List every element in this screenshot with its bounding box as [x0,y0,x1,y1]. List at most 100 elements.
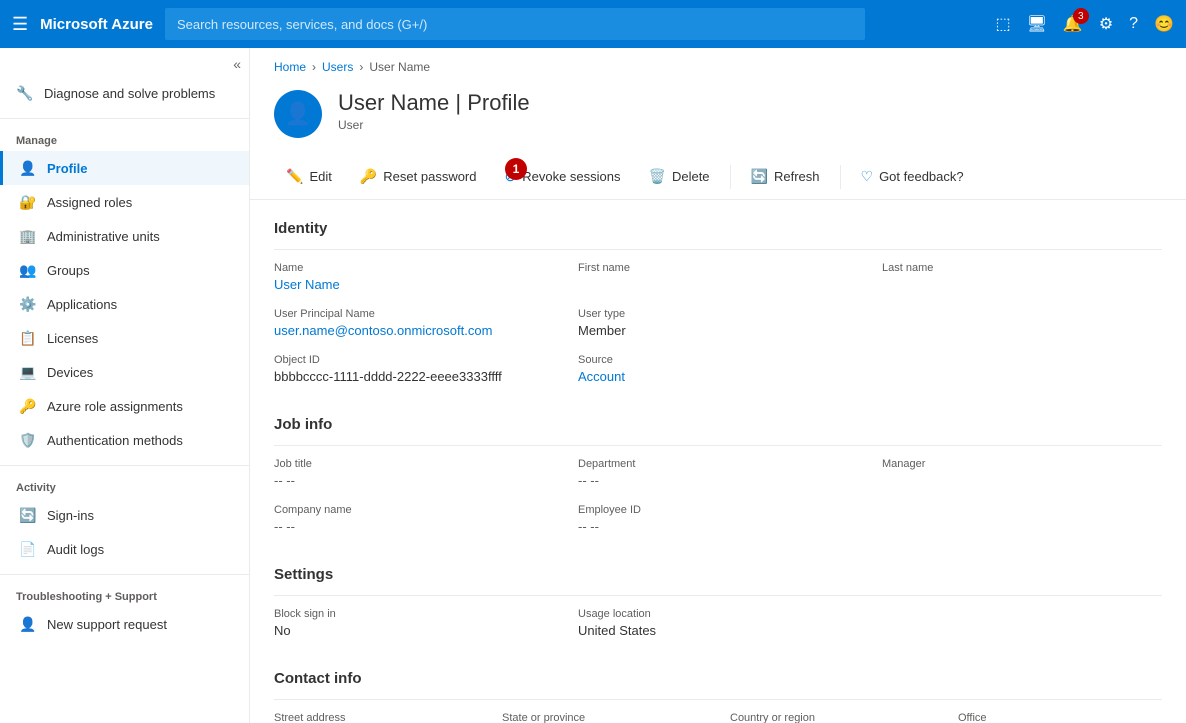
sidebar-item-label-audit-logs: Audit logs [47,542,104,557]
identity-name-value: User Name [274,277,554,292]
refresh-icon: 🔄 [751,168,768,185]
identity-objectid-label: Object ID [274,354,554,366]
toolbar-divider [730,165,731,189]
notifications-icon[interactable]: 🔔 3 [1063,14,1083,34]
groups-icon: 👥 [19,261,37,279]
identity-usertype-value: Member [578,323,858,338]
sidebar-divider-1 [0,118,249,119]
breadcrumb-home[interactable]: Home [274,60,306,74]
page-header: 👤 User Name | Profile User [250,82,1186,154]
sidebar-item-diagnose[interactable]: 🔧 Diagnose and solve problems [0,76,249,110]
support-section-label: Troubleshooting + Support [0,583,249,607]
identity-name-label: Name [274,262,554,274]
revoke-sessions-label: Revoke sessions [522,169,620,184]
sidebar-item-label-sign-ins: Sign-ins [47,508,94,523]
hamburger-menu[interactable]: ☰ [12,14,28,35]
sidebar-item-licenses[interactable]: 📋 Licenses [0,321,249,355]
delete-icon: 🗑️ [649,168,666,185]
identity-objectid-item: Object ID bbbbcccc-1111-dddd-2222-eeee33… [274,354,554,384]
account-icon[interactable]: 😊 [1154,14,1174,34]
identity-lastname-item: Last name [882,262,1162,292]
contact-country-label: Country or region [730,712,934,723]
sidebar-item-profile[interactable]: 👤 Profile [0,151,249,185]
jobinfo-manager-label: Manager [882,458,1162,470]
identity-objectid-value: bbbbcccc-1111-dddd-2222-eeee3333ffff [274,369,554,384]
identity-upn-value: user.name@contoso.onmicrosoft.com [274,323,554,338]
sidebar-item-audit-logs[interactable]: 📄 Audit logs [0,532,249,566]
identity-upn-label: User Principal Name [274,308,554,320]
edit-icon: ✏️ [286,168,303,185]
notification-badge: 3 [1073,8,1089,24]
contact-state-item: State or province -- -- [502,712,706,723]
help-icon[interactable]: ? [1129,15,1138,33]
delete-label: Delete [672,169,710,184]
profile-content: Identity Name User Name First name Last … [250,200,1186,723]
jobinfo-dept-value: -- -- [578,473,858,488]
jobinfo-dept-item: Department -- -- [578,458,858,488]
identity-source-item: Source Account [578,354,858,384]
jobinfo-title-value: -- -- [274,473,554,488]
top-navigation: ☰ Microsoft Azure ⬚ 🖥 🔔 3 ⚙ ? 😊 [0,0,1186,48]
sidebar-support-items: 👤 New support request [0,607,249,641]
sidebar-item-applications[interactable]: ⚙️ Applications [0,287,249,321]
assigned-roles-icon: 🔐 [19,193,37,211]
portal-icon[interactable]: ⬚ [995,14,1010,34]
identity-usertype-item: User type Member [578,308,858,338]
main-content: Home › Users › User Name 👤 User Name | P… [250,48,1186,723]
contact-street-label: Street address [274,712,478,723]
sidebar-item-sign-ins[interactable]: 🔄 Sign-ins [0,498,249,532]
contact-country-item: Country or region -- -- [730,712,934,723]
jobinfo-grid: Job title -- -- Department -- -- Manager… [274,446,1162,546]
identity-source-value[interactable]: Account [578,369,625,384]
sidebar-item-groups[interactable]: 👥 Groups [0,253,249,287]
settings-grid: Block sign in No Usage location United S… [274,596,1162,650]
reset-password-label: Reset password [383,169,476,184]
edit-button[interactable]: ✏️ Edit [274,162,344,191]
sidebar-item-administrative-units[interactable]: 🏢 Administrative units [0,219,249,253]
edit-label: Edit [309,169,331,184]
breadcrumb-users[interactable]: Users [322,60,353,74]
sidebar-item-new-support-request[interactable]: 👤 New support request [0,607,249,641]
identity-firstname-item: First name [578,262,858,292]
contact-office-label: Office [958,712,1162,723]
identity-grid: Name User Name First name Last name User… [274,250,1162,396]
settings-location-item: Usage location United States [578,608,858,638]
jobinfo-manager-item: Manager [882,458,1162,488]
page-subtitle: User [338,118,530,132]
sidebar-item-assigned-roles[interactable]: 🔐 Assigned roles [0,185,249,219]
sidebar-item-authentication-methods[interactable]: 🛡️ Authentication methods [0,423,249,457]
jobinfo-title-item: Job title -- -- [274,458,554,488]
identity-source-label: Source [578,354,858,366]
sidebar-item-label-groups: Groups [47,263,90,278]
jobinfo-empid-item: Employee ID -- -- [578,504,858,534]
page-title: User Name | Profile [338,90,530,116]
reset-password-icon: 🔑 [360,168,377,185]
settings-section-header: Settings [274,546,1162,595]
sidebar-item-azure-role-assignments[interactable]: 🔑 Azure role assignments [0,389,249,423]
azure-role-assignments-icon: 🔑 [19,397,37,415]
jobinfo-empid-value: -- -- [578,519,858,534]
jobinfo-empid-label: Employee ID [578,504,858,516]
settings-icon[interactable]: ⚙ [1099,14,1113,34]
sidebar-item-devices[interactable]: 💻 Devices [0,355,249,389]
sidebar-manage-items: 👤 Profile 🔐 Assigned roles 🏢 Administrat… [0,151,249,457]
jobinfo-company-value: -- -- [274,519,554,534]
applications-icon: ⚙️ [19,295,37,313]
refresh-button[interactable]: 🔄 Refresh [739,162,832,191]
identity-upn-item: User Principal Name user.name@contoso.on… [274,308,554,338]
breadcrumb-sep-1: › [312,60,316,74]
breadcrumb: Home › Users › User Name [250,48,1186,82]
manage-section-label: Manage [0,127,249,151]
sidebar: « 🔧 Diagnose and solve problems Manage 👤… [0,48,250,723]
feedback-button[interactable]: ♡ Got feedback? [849,162,976,191]
feedback-label: Got feedback? [879,169,964,184]
page-title-suffix: | Profile [455,90,529,115]
reset-password-button[interactable]: 🔑 Reset password [348,162,489,191]
collapse-button[interactable]: « [233,56,241,72]
search-input[interactable] [165,8,865,40]
identity-usertype-label: User type [578,308,858,320]
delete-button[interactable]: 🗑️ Delete [637,162,722,191]
sidebar-collapse-area: « [0,48,249,76]
cloud-shell-icon[interactable]: 🖥 [1027,14,1047,34]
settings-blocksignin-label: Block sign in [274,608,554,620]
